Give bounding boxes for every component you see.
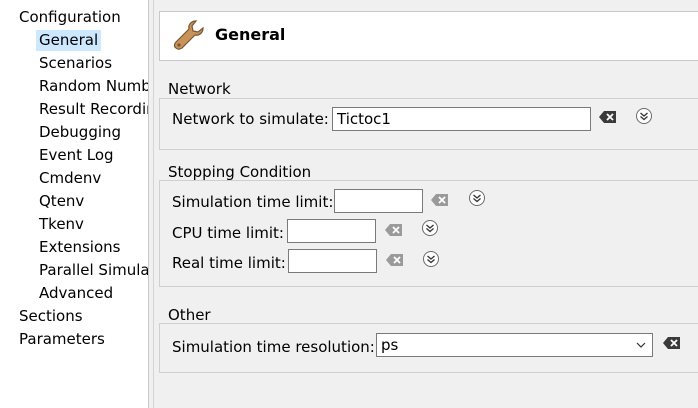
cpu-time-expand-icon[interactable] [421,219,439,237]
sim-time-input[interactable] [334,189,423,213]
tree-item-advanced[interactable]: Advanced [39,283,113,304]
tree-item-parameters[interactable]: Parameters [19,329,105,350]
tree-item-event-log[interactable]: Event Log [39,145,114,166]
resolution-select[interactable]: ps [376,333,653,357]
clear-real-time-icon[interactable] [385,252,405,268]
cpu-time-input[interactable] [287,219,376,243]
wrench-icon [173,20,204,50]
real-time-label: Real time limit: [172,254,286,272]
clear-network-icon[interactable] [598,109,618,125]
content-panel: General Network Network to simulate: Tic… [155,0,698,408]
tree-item-general[interactable]: General [36,30,102,51]
page-title: General [215,25,286,44]
tree-item-random-numbers[interactable]: Random Numb [39,76,148,97]
resolution-value: ps [381,336,399,354]
sim-time-label: Simulation time limit: [172,193,334,211]
tree-item-debugging[interactable]: Debugging [39,122,121,143]
tree-item-parallel-simulation[interactable]: Parallel Simulat [39,260,148,281]
real-time-expand-icon[interactable] [422,250,440,268]
clear-resolution-icon[interactable] [662,335,682,351]
tree-item-scenarios[interactable]: Scenarios [39,53,112,74]
tree-item-cmdenv[interactable]: Cmdenv [39,168,101,189]
chevron-down-icon [636,342,646,348]
clear-cpu-time-icon[interactable] [384,222,404,238]
tree-item-extensions[interactable]: Extensions [39,237,120,258]
tree-item-qtenv[interactable]: Qtenv [39,191,84,212]
config-tree[interactable]: Configuration General Scenarios Random N… [0,0,149,408]
resolution-label: Simulation time resolution: [172,338,375,356]
real-time-input[interactable] [288,249,377,273]
sim-time-expand-icon[interactable] [468,189,486,207]
tree-item-tkenv[interactable]: Tkenv [39,214,84,235]
network-input[interactable]: Tictoc1 [332,107,591,131]
network-group-title: Network [168,80,231,98]
clear-sim-time-icon[interactable] [430,192,450,208]
tree-item-result-recording[interactable]: Result Recordin [39,99,148,120]
other-group-title: Other [168,306,211,324]
network-expand-icon[interactable] [635,107,653,125]
tree-item-configuration[interactable]: Configuration [19,7,121,28]
stopping-group-title: Stopping Condition [168,163,312,181]
tree-item-sections[interactable]: Sections [19,306,83,327]
page-header: General [159,11,698,61]
panel-splitter[interactable] [149,0,154,408]
cpu-time-label: CPU time limit: [172,224,284,242]
network-label: Network to simulate: [172,110,329,128]
